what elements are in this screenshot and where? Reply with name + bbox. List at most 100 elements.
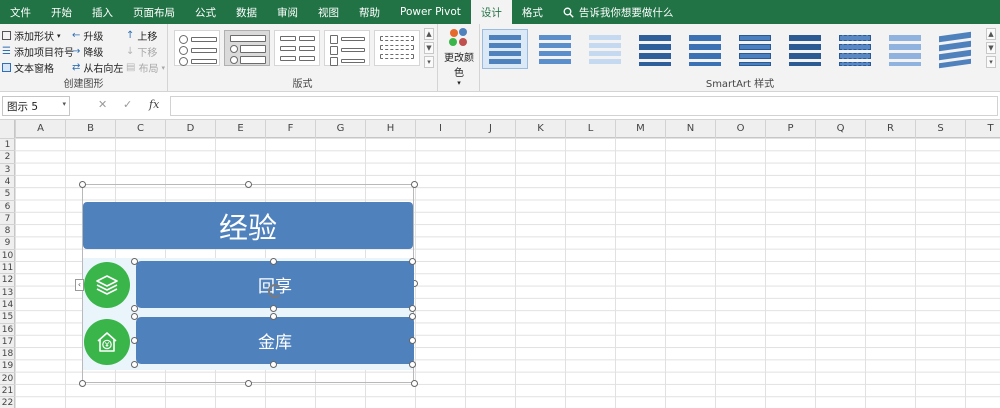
row-header-3[interactable]: 3 <box>0 162 15 175</box>
column-header-b[interactable]: B <box>65 120 115 138</box>
gallery-down-icon[interactable]: ▼ <box>424 42 434 54</box>
column-header-k[interactable]: K <box>515 120 565 138</box>
move-up-button[interactable]: ↑ 上移 <box>126 28 157 43</box>
resize-handle[interactable] <box>245 181 252 188</box>
gallery-more-icon[interactable]: ▾ <box>986 56 996 68</box>
column-header-h[interactable]: H <box>365 120 415 138</box>
add-shape-button[interactable]: 添加形状 ▾ <box>2 28 61 43</box>
formula-input[interactable] <box>170 96 998 116</box>
tab-insert[interactable]: 插入 <box>82 0 123 24</box>
column-header-e[interactable]: E <box>215 120 265 138</box>
column-header-d[interactable]: D <box>165 120 215 138</box>
resize-handle[interactable] <box>270 313 277 320</box>
resize-handle[interactable] <box>131 313 138 320</box>
row-header-5[interactable]: 5 <box>0 187 15 199</box>
tab-formulas[interactable]: 公式 <box>185 0 226 24</box>
style-option-9[interactable] <box>882 29 928 69</box>
column-header-p[interactable]: P <box>765 120 815 138</box>
gallery-up-icon[interactable]: ▲ <box>986 28 996 40</box>
column-header-l[interactable]: L <box>565 120 615 138</box>
resize-handle[interactable] <box>270 258 277 265</box>
resize-handle[interactable] <box>411 380 418 387</box>
resize-handle[interactable] <box>79 181 86 188</box>
row-header-18[interactable]: 18 <box>0 347 15 359</box>
resize-handle[interactable] <box>131 258 138 265</box>
row-header-21[interactable]: 21 <box>0 384 15 396</box>
gallery-more-icon[interactable]: ▾ <box>424 56 434 68</box>
row-header-4[interactable]: 4 <box>0 174 15 187</box>
row-header-6[interactable]: 6 <box>0 199 15 212</box>
tell-me-box[interactable]: 告诉我你想要做什么 <box>553 0 673 24</box>
column-header-c[interactable]: C <box>115 120 165 138</box>
layout-option-4[interactable] <box>324 30 370 66</box>
row-header-11[interactable]: 11 <box>0 261 15 273</box>
resize-handle[interactable] <box>131 361 138 368</box>
column-header-m[interactable]: M <box>615 120 665 138</box>
resize-handle[interactable] <box>270 361 277 368</box>
change-colors-button[interactable]: 更改颜色 ▾ <box>440 27 478 87</box>
style-option-7[interactable] <box>782 29 828 69</box>
column-header-q[interactable]: Q <box>815 120 865 138</box>
row-header-10[interactable]: 10 <box>0 248 15 261</box>
row-header-15[interactable]: 15 <box>0 310 15 322</box>
tab-home[interactable]: 开始 <box>41 0 82 24</box>
smartart-title-box[interactable]: 经验 <box>83 202 413 249</box>
tab-page-layout[interactable]: 页面布局 <box>123 0 185 24</box>
layout-option-2[interactable] <box>224 30 270 66</box>
style-option-8[interactable] <box>832 29 878 69</box>
style-option-10[interactable] <box>932 29 978 69</box>
column-header-s[interactable]: S <box>915 120 965 138</box>
resize-handle[interactable] <box>411 181 418 188</box>
row-header-13[interactable]: 13 <box>0 285 15 298</box>
row-header-2[interactable]: 2 <box>0 150 15 162</box>
confirm-icon[interactable]: ✓ <box>123 98 132 111</box>
resize-handle[interactable] <box>409 258 416 265</box>
tab-review[interactable]: 审阅 <box>267 0 308 24</box>
demote-button[interactable]: → 降级 <box>72 44 103 59</box>
move-down-button[interactable]: ↓ 下移 <box>126 44 157 59</box>
tab-data[interactable]: 数据 <box>226 0 267 24</box>
resize-handle[interactable] <box>409 313 416 320</box>
rotate-handle-icon[interactable] <box>268 284 282 298</box>
column-header-r[interactable]: R <box>865 120 915 138</box>
style-option-3[interactable] <box>582 29 628 69</box>
layout-option-3[interactable] <box>274 30 320 66</box>
style-option-1[interactable] <box>482 29 528 69</box>
tab-help[interactable]: 帮助 <box>349 0 390 24</box>
resize-handle[interactable] <box>131 305 138 312</box>
column-header-j[interactable]: J <box>465 120 515 138</box>
select-all-corner[interactable] <box>0 120 15 138</box>
row-header-22[interactable]: 22 <box>0 396 15 408</box>
style-option-2[interactable] <box>532 29 578 69</box>
row-header-20[interactable]: 20 <box>0 371 15 384</box>
row-header-8[interactable]: 8 <box>0 224 15 236</box>
tab-file[interactable]: 文件 <box>0 0 41 24</box>
column-header-o[interactable]: O <box>715 120 765 138</box>
row-header-14[interactable]: 14 <box>0 297 15 310</box>
row-header-1[interactable]: 1 <box>0 138 15 150</box>
row-header-17[interactable]: 17 <box>0 334 15 347</box>
cancel-icon[interactable]: ✕ <box>98 98 107 111</box>
resize-handle[interactable] <box>79 380 86 387</box>
row-header-7[interactable]: 7 <box>0 211 15 224</box>
layout-option-5[interactable] <box>374 30 420 66</box>
text-pane-toggle-icon[interactable]: ‹ <box>75 279 84 291</box>
style-option-6[interactable] <box>732 29 778 69</box>
gallery-down-icon[interactable]: ▼ <box>986 42 996 54</box>
column-header-t[interactable]: T <box>965 120 1000 138</box>
column-header-a[interactable]: A <box>15 120 65 138</box>
layout-option-1[interactable] <box>174 30 220 66</box>
tab-format[interactable]: 格式 <box>512 0 553 24</box>
add-bullet-button[interactable]: ☰ 添加项目符号 <box>2 44 74 59</box>
row-header-19[interactable]: 19 <box>0 359 15 371</box>
column-header-n[interactable]: N <box>665 120 715 138</box>
insert-function-icon[interactable]: fx <box>149 98 159 111</box>
smartart-item-2-picture[interactable] <box>84 319 130 365</box>
resize-handle[interactable] <box>409 305 416 312</box>
tab-power-pivot[interactable]: Power Pivot <box>390 0 471 24</box>
smartart-item-2-box[interactable]: 金库 <box>136 317 414 364</box>
column-header-g[interactable]: G <box>315 120 365 138</box>
text-pane-button[interactable]: 文本窗格 <box>2 60 54 75</box>
name-box[interactable]: 图示 5 ▾ <box>2 96 70 116</box>
resize-handle[interactable] <box>409 361 416 368</box>
